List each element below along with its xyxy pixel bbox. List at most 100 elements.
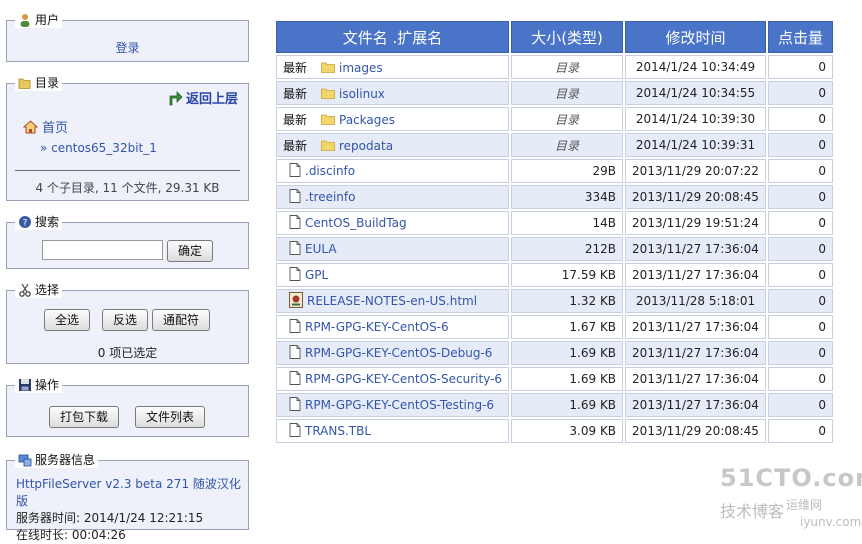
file-hits: 0 — [818, 424, 826, 438]
file-size: 目录 — [555, 138, 580, 153]
column-header-size[interactable]: 大小(类型) — [511, 21, 624, 53]
file-name-link[interactable]: GPL — [305, 268, 328, 282]
current-directory-link[interactable]: » centos65_32bit_1 — [40, 141, 157, 155]
file-list-button[interactable]: 文件列表 — [135, 406, 206, 428]
file-name-link[interactable]: .discinfo — [305, 164, 355, 178]
table-row[interactable]: 最新 repodata 目录 2014/1/24 10:39:31 0 — [276, 133, 833, 157]
file-modified-time: 2013/11/29 20:08:45 — [632, 190, 759, 204]
file-time-cell: 2013/11/29 20:08:45 — [625, 419, 766, 443]
file-modified-time: 2013/11/27 17:36:04 — [632, 268, 759, 282]
table-row[interactable]: RPM-GPG-KEY-CentOS-Testing-6 1.69 KB 2013/… — [276, 393, 833, 417]
file-size-cell: 17.59 KB — [511, 263, 624, 287]
watermark-brand: 51CTO.com — [720, 464, 862, 492]
wildcard-select-button[interactable]: 通配符 — [152, 309, 211, 331]
server-icon — [18, 454, 32, 467]
table-row[interactable]: RPM-GPG-KEY-CentOS-Debug-6 1.69 KB 2013/11… — [276, 341, 833, 365]
actions-legend-label: 操作 — [35, 378, 60, 392]
file-name-link[interactable]: Packages — [339, 113, 395, 127]
file-hits: 0 — [818, 268, 826, 282]
table-row[interactable]: TRANS.TBL 3.09 KB 2013/11/29 20:08:45 0 — [276, 419, 833, 443]
column-header-name[interactable]: 文件名 .扩展名 — [276, 21, 510, 53]
search-confirm-button[interactable]: 确定 — [167, 240, 214, 262]
file-size-cell: 212B — [511, 237, 624, 261]
file-modified-time: 2013/11/28 5:18:01 — [635, 294, 756, 308]
file-name-cell: .treeinfo — [276, 185, 510, 209]
table-row[interactable]: 最新 isolinux 目录 2014/1/24 10:34:55 0 — [276, 81, 833, 105]
column-header-hits[interactable]: 点击量 — [767, 21, 833, 53]
server-info-panel: 服务器信息 HttpFileServer v2.3 beta 271 随波汉化版… — [6, 452, 249, 542]
file-size: 1.69 KB — [569, 346, 617, 360]
file-time-cell: 2013/11/29 19:51:24 — [625, 211, 766, 235]
archive-download-button[interactable]: 打包下载 — [49, 406, 120, 428]
watermark-site-cn: 运维网 — [786, 498, 823, 512]
table-row[interactable]: CentOS_BuildTag 14B 2013/11/29 19:51:24 0 — [276, 211, 833, 235]
table-row[interactable]: RELEASE-NOTES-en-US.html 1.32 KB 2013/11/2… — [276, 289, 833, 313]
file-hits: 0 — [818, 346, 826, 360]
file-time-cell: 2014/1/24 10:39:30 — [625, 107, 766, 131]
file-time-cell: 2014/1/24 10:34:49 — [625, 55, 766, 79]
table-row[interactable]: GPL 17.59 KB 2013/11/27 17:36:04 0 — [276, 263, 833, 287]
file-hits-cell: 0 — [767, 263, 833, 287]
html-file-icon — [289, 291, 303, 311]
file-name-link[interactable]: RPM-GPG-KEY-CentOS-Testing-6 — [305, 398, 494, 412]
table-row[interactable]: EULA 212B 2013/11/27 17:36:04 0 — [276, 237, 833, 261]
folder-icon — [321, 139, 335, 154]
file-name-link[interactable]: CentOS_BuildTag — [305, 216, 407, 230]
file-hits-cell: 0 — [767, 107, 833, 131]
file-name-link[interactable]: repodata — [339, 139, 393, 153]
file-name-link[interactable]: TRANS.TBL — [305, 424, 371, 438]
watermark-blog: 技术博客 — [720, 502, 785, 521]
search-input[interactable] — [42, 240, 163, 260]
file-hits: 0 — [818, 398, 826, 412]
file-name-cell: EULA — [276, 237, 510, 261]
table-row[interactable]: 最新 Packages 目录 2014/1/24 10:39:30 0 — [276, 107, 833, 131]
file-hits-cell: 0 — [767, 237, 833, 261]
home-icon — [23, 120, 38, 134]
home-link[interactable]: 首页 — [23, 117, 68, 136]
file-modified-time: 2013/11/29 20:08:45 — [632, 424, 759, 438]
file-time-cell: 2013/11/29 20:08:45 — [625, 185, 766, 209]
table-header-row: 文件名 .扩展名 大小(类型) 修改时间 点击量 — [276, 21, 833, 53]
file-name-link[interactable]: isolinux — [339, 87, 385, 101]
file-time-cell: 2013/11/29 20:07:22 — [625, 159, 766, 183]
select-all-button[interactable]: 全选 — [44, 309, 91, 331]
file-hits-cell: 0 — [767, 159, 833, 183]
column-header-time[interactable]: 修改时间 — [625, 21, 766, 53]
table-row[interactable]: RPM-GPG-KEY-CentOS-6 1.67 KB 2013/11/27 17… — [276, 315, 833, 339]
file-name-cell: TRANS.TBL — [276, 419, 510, 443]
file-hits-cell: 0 — [767, 133, 833, 157]
file-name-link[interactable]: .treeinfo — [305, 190, 355, 204]
file-size: 334B — [584, 190, 617, 204]
table-row[interactable]: .discinfo 29B 2013/11/29 20:07:22 0 — [276, 159, 833, 183]
server-software-link[interactable]: HttpFileServer v2.3 beta 271 随波汉化版 — [16, 476, 248, 510]
file-modified-time: 2013/11/27 17:36:04 — [632, 398, 759, 412]
table-row[interactable]: 最新 images 目录 2014/1/24 10:34:49 0 — [276, 55, 833, 79]
invert-selection-button[interactable]: 反选 — [102, 309, 149, 331]
user-legend-label: 用户 — [35, 13, 60, 27]
file-modified-time: 2014/1/24 10:34:49 — [635, 60, 756, 74]
file-icon — [289, 344, 301, 362]
file-hits-cell: 0 — [767, 341, 833, 365]
file-name-link[interactable]: RPM-GPG-KEY-CentOS-Security-6 — [305, 372, 502, 386]
file-size: 29B — [592, 164, 617, 178]
file-hits: 0 — [818, 242, 826, 256]
recent-label: 最新 — [283, 112, 308, 127]
directory-panel-legend: 目录 — [15, 75, 63, 91]
file-size-cell: 29B — [511, 159, 624, 183]
file-name-link[interactable]: EULA — [305, 242, 337, 256]
watermark-site: iyunv.com — [800, 515, 862, 529]
back-up-button[interactable]: 返回上层 — [167, 88, 238, 107]
file-hits: 0 — [818, 60, 826, 74]
login-link[interactable]: 登录 — [115, 41, 139, 55]
table-row[interactable]: RPM-GPG-KEY-CentOS-Security-6 1.69 KB 2013… — [276, 367, 833, 391]
file-size: 17.59 KB — [561, 268, 617, 282]
file-time-cell: 2014/1/24 10:34:55 — [625, 81, 766, 105]
file-name-link[interactable]: RPM-GPG-KEY-CentOS-6 — [305, 320, 449, 334]
file-name-link[interactable]: images — [339, 61, 383, 75]
file-size-cell: 目录 — [511, 133, 624, 157]
table-row[interactable]: .treeinfo 334B 2013/11/29 20:08:45 0 — [276, 185, 833, 209]
file-name-link[interactable]: RPM-GPG-KEY-CentOS-Debug-6 — [305, 346, 492, 360]
file-hits: 0 — [818, 190, 826, 204]
file-name-link[interactable]: RELEASE-NOTES-en-US.html — [307, 294, 477, 308]
file-hits-cell: 0 — [767, 315, 833, 339]
